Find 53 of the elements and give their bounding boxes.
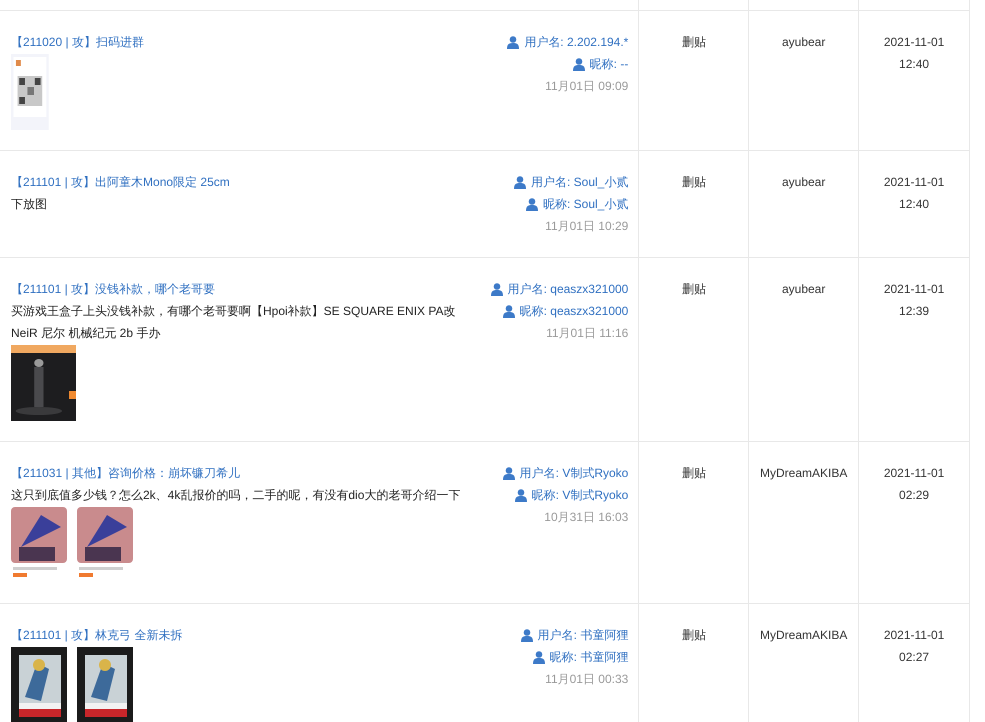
username-link[interactable]: 用户名: 2.202.194.* bbox=[507, 31, 628, 53]
post-time: 11月01日 10:29 bbox=[545, 218, 628, 235]
post-title-link[interactable]: 【211020 | 攻】扫码进群 bbox=[11, 31, 144, 53]
operation-date: 2021-11-01 bbox=[884, 627, 944, 644]
post-time: 10月31日 16:03 bbox=[544, 509, 628, 526]
post-title-link[interactable]: 【211031 | 其他】咨询价格：崩坏镰刀希儿 bbox=[11, 462, 240, 484]
post-text: 这只到底值多少钱？怎么2k、4k乱报价的吗，二手的呢，有没有dio大的老哥介绍一下 bbox=[11, 487, 460, 504]
operation-time: 12:40 bbox=[899, 56, 930, 73]
post-time: 11月01日 11:16 bbox=[546, 325, 628, 342]
user-icon bbox=[572, 58, 585, 70]
nickname-link[interactable]: 昵称: Soul_小贰 bbox=[526, 193, 628, 215]
nickname-link[interactable]: 昵称: qeaszx321000 bbox=[502, 300, 628, 322]
user-icon bbox=[490, 282, 503, 296]
action-label: 删贴 bbox=[682, 627, 706, 644]
operation-time: 12:40 bbox=[899, 196, 930, 213]
nickname-link[interactable]: 昵称: V制式Ryoko bbox=[514, 484, 628, 506]
post-time: 11月01日 00:33 bbox=[545, 671, 628, 688]
operation-time: 02:29 bbox=[899, 487, 930, 504]
operator-name: ayubear bbox=[782, 281, 826, 298]
user-icon bbox=[526, 198, 538, 210]
nickname-link[interactable]: 昵称: -- bbox=[572, 53, 628, 75]
user-icon bbox=[502, 466, 515, 480]
nickname-link[interactable]: 昵称: 书童阿狸 bbox=[532, 646, 628, 668]
username-link[interactable]: 用户名: Soul_小贰 bbox=[514, 171, 628, 193]
post-text: 下放图 bbox=[11, 196, 47, 213]
user-icon bbox=[520, 628, 533, 642]
operator-name: MyDreamAKIBA bbox=[760, 465, 848, 482]
username-link[interactable]: 用户名: 书童阿狸 bbox=[520, 624, 628, 646]
operator-name: ayubear bbox=[782, 174, 826, 191]
operation-time: 02:27 bbox=[899, 649, 930, 666]
operation-date: 2021-11-01 bbox=[884, 174, 944, 191]
username-link[interactable]: 用户名: V制式Ryoko bbox=[502, 462, 628, 484]
operation-date: 2021-11-01 bbox=[884, 34, 944, 51]
operation-date: 2021-11-01 bbox=[884, 465, 944, 482]
operation-time: 12:39 bbox=[899, 303, 930, 320]
post-title-link[interactable]: 【211101 | 攻】林克弓 全新未拆 bbox=[11, 624, 182, 646]
operator-name: MyDreamAKIBA bbox=[760, 627, 848, 644]
operator-name: ayubear bbox=[782, 34, 826, 51]
post-title-link[interactable]: 【211101 | 攻】出阿童木Mono限定 25cm bbox=[11, 171, 230, 193]
action-label: 删贴 bbox=[682, 281, 706, 298]
action-label: 删贴 bbox=[682, 34, 706, 51]
user-icon bbox=[502, 304, 515, 318]
user-icon bbox=[507, 36, 520, 48]
username-link[interactable]: 用户名: qeaszx321000 bbox=[490, 278, 628, 300]
post-time: 11月01日 09:09 bbox=[545, 78, 628, 95]
post-text: 买游戏王盒子上头没钱补款，有哪个老哥要啊【Hpoi补款】SE SQUARE ENIX PA改 NeiR 尼尔 机械纪元 2b 手办 bbox=[11, 303, 456, 342]
operation-date: 2021-11-01 bbox=[884, 281, 944, 298]
user-icon bbox=[532, 650, 545, 664]
user-icon bbox=[514, 176, 526, 188]
post-title-link[interactable]: 【211101 | 攻】没钱补款，哪个老哥要 bbox=[11, 278, 216, 300]
user-icon bbox=[514, 488, 527, 502]
action-label: 删贴 bbox=[682, 465, 706, 482]
action-label: 删贴 bbox=[682, 174, 706, 191]
